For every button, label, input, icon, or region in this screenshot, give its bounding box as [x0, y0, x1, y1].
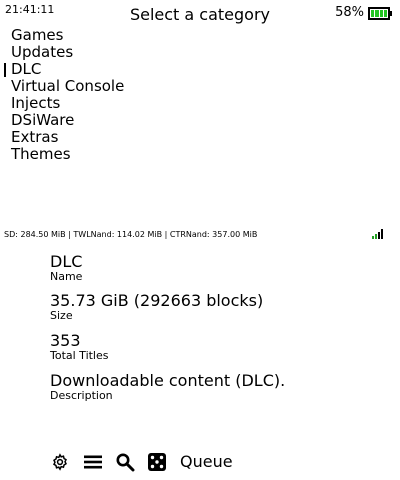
- description-label: Description: [50, 389, 113, 402]
- battery-cell: [383, 9, 387, 17]
- category-item-extras[interactable]: Extras: [11, 129, 124, 146]
- size-field: 35.73 GiB (292663 blocks) Size: [50, 291, 263, 322]
- category-item-dlc[interactable]: DLC: [3, 61, 124, 78]
- battery-status: 58%: [335, 5, 392, 21]
- category-item-themes[interactable]: Themes: [11, 146, 124, 163]
- name-value: DLC: [50, 252, 83, 271]
- storage-info: SD: 284.50 MiB | TWLNand: 114.02 MiB | C…: [4, 230, 258, 239]
- category-item-games[interactable]: Games: [11, 27, 124, 44]
- hamburger-menu-icon[interactable]: [82, 450, 104, 474]
- wifi-signal-icon: [372, 229, 386, 239]
- category-item-dsiware[interactable]: DSiWare: [11, 112, 124, 129]
- category-item-virtual-console[interactable]: Virtual Console: [11, 78, 124, 95]
- category-item-injects[interactable]: Injects: [11, 95, 124, 112]
- battery-cell: [375, 9, 379, 17]
- description-value: Downloadable content (DLC).: [50, 371, 286, 390]
- battery-icon: [368, 6, 392, 20]
- signal-bar: [375, 234, 377, 239]
- search-icon[interactable]: [114, 450, 136, 474]
- category-item-updates[interactable]: Updates: [11, 44, 124, 61]
- signal-bar: [381, 229, 383, 239]
- name-label: Name: [50, 270, 83, 283]
- category-list: Games Updates DLC Virtual Console Inject…: [3, 27, 124, 163]
- signal-bar: [378, 232, 380, 239]
- bottom-screen: DLC Name 35.73 GiB (292663 blocks) Size …: [0, 240, 400, 480]
- battery-percent: 58%: [335, 5, 364, 20]
- top-screen: 21:41:11 Select a category 58% Games Upd…: [0, 0, 400, 240]
- bottom-toolbar: Queue: [50, 450, 233, 474]
- battery-cell: [371, 9, 375, 17]
- size-value: 35.73 GiB (292663 blocks): [50, 291, 264, 310]
- name-field: DLC Name: [50, 252, 82, 283]
- total-titles-value: 353: [50, 331, 81, 350]
- dice-icon[interactable]: [146, 450, 168, 474]
- signal-bar: [372, 236, 374, 239]
- total-titles-label: Total Titles: [50, 349, 109, 362]
- battery-cell: [379, 9, 383, 17]
- gear-icon[interactable]: [50, 450, 70, 474]
- queue-button[interactable]: Queue: [180, 450, 233, 474]
- description-field: Downloadable content (DLC). Description: [50, 371, 285, 402]
- total-titles-field: 353 Total Titles: [50, 331, 109, 362]
- size-label: Size: [50, 309, 73, 322]
